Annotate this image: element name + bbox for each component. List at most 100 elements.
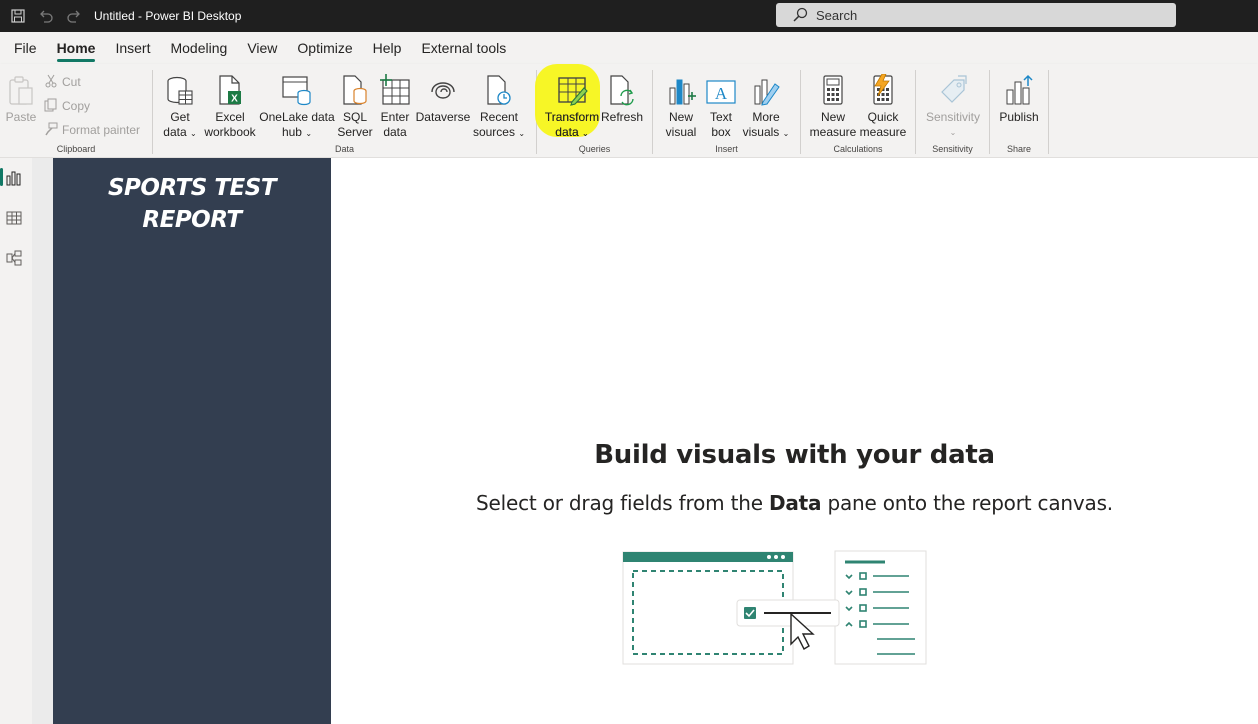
title-bar: Untitled - Power BI Desktop Search [0, 0, 1258, 32]
calculator-icon [809, 72, 857, 106]
insert-group-label: Insert [715, 144, 738, 154]
tab-home[interactable]: Home [47, 32, 106, 64]
paste-label: Paste [5, 110, 37, 124]
ribbon-divider [1048, 70, 1049, 154]
share-group-label: Share [1006, 144, 1032, 154]
copy-button[interactable]: Copy [44, 96, 90, 116]
dataverse-button[interactable]: Dataverse [415, 72, 471, 125]
excel-label-1: Excel [215, 110, 245, 124]
new-measure-label-1: New [820, 110, 845, 124]
onelake-data-hub-button[interactable]: OneLake data hub ⌄ [257, 72, 337, 141]
get-data-button[interactable]: Get data ⌄ [159, 72, 201, 141]
data-group-label: Data [334, 144, 354, 154]
get-data-label-1: Get [170, 110, 190, 124]
paintbrush-icon [44, 122, 58, 139]
text-box-icon: A [703, 72, 739, 106]
sensitivity-button[interactable]: Sensitivity ⌄ [922, 72, 984, 140]
tab-optimize[interactable]: Optimize [287, 32, 362, 64]
more-visuals-label-1: More [752, 110, 780, 124]
insert-group: New visual A Text box More visuals ⌄ Ins… [653, 68, 800, 154]
save-icon[interactable] [4, 0, 32, 32]
cut-label: Cut [62, 75, 81, 89]
excel-workbook-button[interactable]: X Excel workbook [201, 72, 259, 140]
table-view-icon[interactable] [4, 208, 24, 228]
undo-icon[interactable] [32, 0, 60, 32]
new-visual-label-1: New [668, 110, 693, 124]
transform-data-button-overlay[interactable]: Transform data ⌄ [543, 72, 601, 141]
sql-server-button[interactable]: SQL Server [335, 72, 375, 140]
recent-label-1: Recent [479, 110, 519, 124]
data-group: Get data ⌄ X Excel workbook OneLake data… [153, 68, 536, 154]
database-icon [159, 72, 201, 106]
recent-sources-icon [471, 72, 527, 106]
quick-measure-button[interactable]: Quick measure [857, 72, 909, 140]
format-painter-button[interactable]: Format painter [44, 120, 140, 140]
report-title-line-1: SPORTS TEST [107, 175, 277, 201]
refresh-label: Refresh [600, 110, 644, 124]
sensitivity-button-label: Sensitivity [925, 110, 981, 124]
svg-text:A: A [715, 84, 728, 103]
empty-sub-pre: Select or drag fields from the [476, 491, 769, 515]
bar-chart-icon [661, 72, 701, 106]
publish-label: Publish [999, 110, 1039, 124]
calculations-group: New measure Quick measure Calculations [801, 68, 915, 154]
more-visuals-button[interactable]: More visuals ⌄ [741, 72, 791, 141]
empty-sub-post: pane onto the report canvas. [821, 491, 1113, 515]
calculations-group-label: Calculations [833, 144, 883, 154]
enter-data-label-2: data [383, 125, 407, 139]
copy-icon [44, 98, 58, 115]
text-box-button[interactable]: A Text box [703, 72, 739, 140]
recent-sources-button[interactable]: Recent sources ⌄ [471, 72, 527, 141]
tab-modeling[interactable]: Modeling [160, 32, 237, 64]
tab-external-tools[interactable]: External tools [411, 32, 516, 64]
report-canvas[interactable]: SPORTS TEST REPORT Build visuals with yo… [53, 158, 1258, 724]
sensitivity-group: Sensitivity ⌄ Sensitivity [916, 68, 989, 154]
cut-button[interactable]: Cut [44, 72, 81, 92]
search-input[interactable]: Search [776, 3, 1176, 27]
redo-icon[interactable] [60, 0, 88, 32]
new-measure-button[interactable]: New measure [809, 72, 857, 140]
new-visual-button[interactable]: New visual [661, 72, 701, 140]
onelake-label-1: OneLake data [259, 110, 335, 124]
tab-file[interactable]: File [4, 32, 47, 64]
enter-data-label-1: Enter [380, 110, 410, 124]
publish-button[interactable]: Publish [996, 72, 1042, 125]
chevron-down-icon: ⌄ [305, 129, 313, 138]
text-box-label-1: Text [709, 110, 732, 124]
empty-state-subtitle: Select or drag fields from the Data pane… [331, 491, 1258, 515]
transform-label-2: data [555, 125, 579, 139]
onelake-icon [257, 72, 337, 106]
report-title-line-2: REPORT [142, 207, 242, 233]
chevron-down-icon: ⌄ [582, 129, 589, 138]
tab-view[interactable]: View [237, 32, 287, 64]
clipboard-group-label: Clipboard [56, 144, 96, 154]
canvas-gutter [32, 158, 53, 724]
more-visuals-label-2: visuals [742, 125, 780, 139]
view-switcher-rail [0, 158, 32, 724]
publish-icon [996, 72, 1042, 106]
paste-button[interactable]: Paste [4, 72, 38, 125]
active-view-indicator [0, 168, 3, 186]
refresh-icon [599, 72, 645, 106]
chevron-down-icon: ⌄ [190, 129, 197, 138]
report-title-panel[interactable]: SPORTS TEST REPORT [53, 158, 331, 724]
scissors-icon [44, 74, 58, 91]
dataverse-icon [415, 72, 471, 106]
app-title: Untitled - Power BI Desktop [94, 9, 242, 23]
tab-insert[interactable]: Insert [105, 32, 160, 64]
quick-measure-icon [857, 72, 909, 106]
sql-label-2: Server [337, 125, 373, 139]
report-title: SPORTS TEST REPORT [53, 172, 331, 236]
model-view-icon[interactable] [4, 248, 24, 268]
quick-measure-label-2: measure [859, 125, 907, 139]
enter-data-button[interactable]: Enter data [375, 72, 415, 140]
quick-measure-label-1: Quick [867, 110, 899, 124]
paste-icon [4, 72, 38, 106]
share-group: Publish Share [990, 68, 1048, 154]
sensitivity-label-icon [922, 72, 984, 106]
sql-label-1: SQL [342, 110, 367, 124]
refresh-button[interactable]: Refresh [599, 72, 645, 125]
report-view-icon[interactable] [4, 168, 24, 188]
onelake-label-2: hub [281, 125, 302, 139]
tab-help[interactable]: Help [363, 32, 412, 64]
